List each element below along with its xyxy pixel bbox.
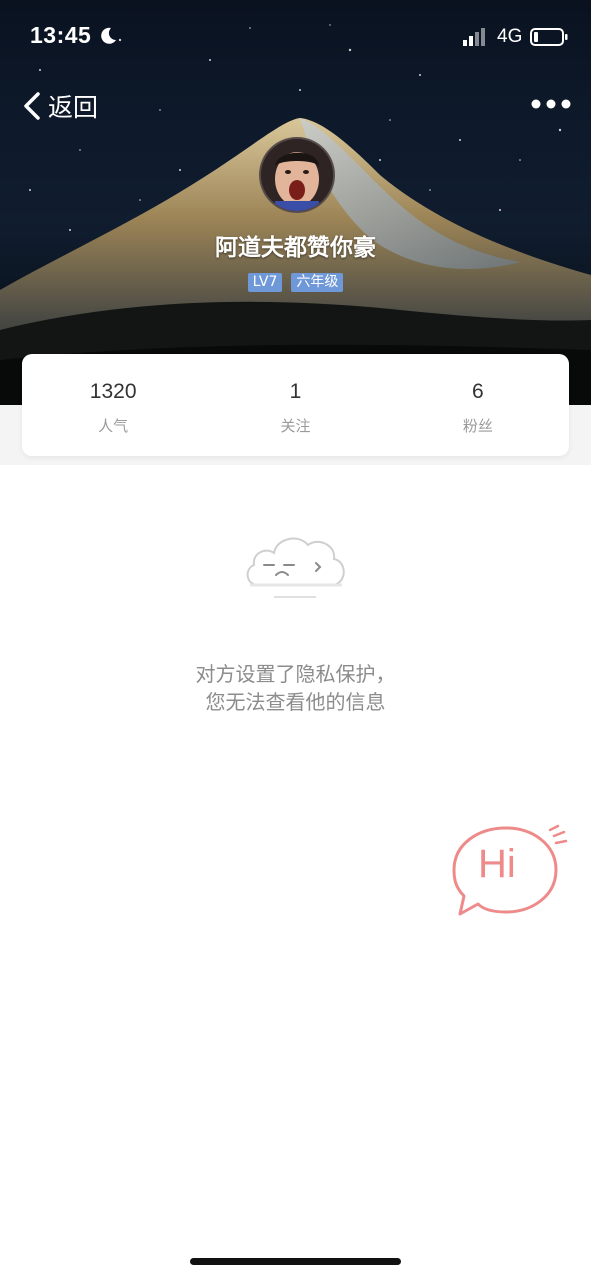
stat-label: 人气	[98, 417, 129, 435]
user-name: 阿道夫都赞你豪	[215, 235, 376, 261]
more-dots-icon[interactable]	[528, 93, 574, 115]
stat-popularity[interactable]: 1320 人气	[22, 354, 204, 456]
privacy-message: 对方设置了隐私保护， 您无法查看他的信息	[0, 660, 591, 716]
stat-value: 1320	[89, 380, 137, 403]
stat-followers[interactable]: 6 粉丝	[387, 354, 569, 456]
stat-label: 粉丝	[462, 417, 493, 435]
status-bar: 13:45 4G	[0, 0, 591, 74]
back-label: 返回	[48, 93, 99, 122]
stats-card: 1320 人气 1 关注 6 粉丝	[22, 354, 569, 456]
say-hi-button[interactable]: Hi	[450, 824, 570, 919]
level-badge: LV7	[247, 273, 283, 292]
battery-icon	[530, 28, 568, 46]
cloud-face-icon	[246, 537, 345, 598]
chevron-left-icon	[24, 92, 40, 120]
say-hi-label: Hi	[478, 842, 516, 886]
home-indicator[interactable]	[190, 1258, 401, 1265]
privacy-message-line1: 对方设置了隐私保护，	[195, 662, 396, 686]
badges: LV7 六年级	[0, 273, 591, 292]
avatar[interactable]	[259, 137, 335, 213]
status-time: 13:45	[30, 22, 92, 48]
privacy-message-line2: 您无法查看他的信息	[205, 690, 386, 714]
stat-following[interactable]: 1 关注	[204, 354, 386, 456]
signal-icon	[463, 28, 485, 46]
stat-label: 关注	[280, 417, 311, 435]
grade-badge: 六年级	[291, 273, 344, 292]
avatar-face-image	[261, 139, 333, 211]
stat-value: 6	[471, 380, 484, 403]
stat-value: 1	[289, 380, 302, 403]
moon-icon	[101, 27, 116, 44]
back-button[interactable]: 返回	[22, 86, 98, 126]
network-type: 4G	[497, 26, 523, 47]
